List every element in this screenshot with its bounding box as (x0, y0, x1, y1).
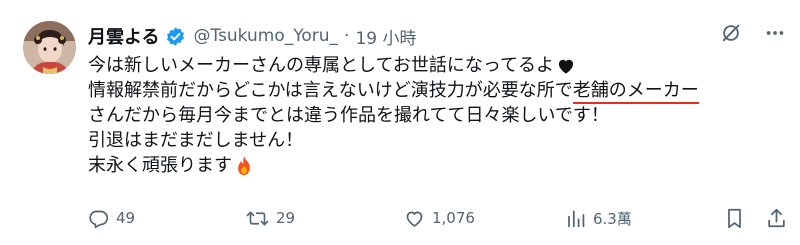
display-name[interactable]: 月雲よる (88, 23, 159, 49)
tweet-line: 今は新しいメーカーさんの専属としてお世話になってるよ (88, 53, 788, 78)
views-icon (566, 208, 586, 229)
reply-count: 49 (116, 209, 136, 227)
tweet-line-text: さんだから毎月今までとは違う作品を撮れてて日々楽しいです！ (88, 105, 609, 126)
tweet-line: さんだから毎月今までとは違う作品を撮れてて日々楽しいです！ (88, 103, 788, 128)
user-handle[interactable]: @Tsukumo_Yoru_ (193, 26, 338, 46)
views-button[interactable]: 6.3萬 (566, 205, 632, 231)
tweet-line-text: 今は新しいメーカーさんの専属としてお世話になってるよ (88, 55, 555, 76)
action-bar: 49 29 1,076 6.3萬 (88, 205, 788, 231)
timestamp[interactable]: 19 小時 (355, 24, 416, 49)
like-button[interactable]: 1,076 (404, 205, 475, 231)
separator-dot: · (344, 26, 350, 46)
retweet-count: 29 (276, 209, 296, 227)
bookmark-button[interactable] (725, 205, 744, 231)
grok-icon[interactable] (720, 22, 742, 44)
reply-button[interactable]: 49 (88, 205, 135, 231)
fire-icon (234, 155, 254, 177)
like-icon (404, 208, 425, 229)
underlined-phrase: 老舗のメーカー (572, 80, 699, 104)
verified-badge-icon[interactable] (165, 26, 186, 47)
retweet-button[interactable]: 29 (246, 205, 295, 231)
tweet-line: 末永く頑張ります (88, 153, 788, 178)
black-heart-icon (556, 56, 576, 76)
share-button[interactable] (766, 205, 787, 231)
bookmark-icon (725, 207, 744, 229)
view-count: 6.3萬 (593, 209, 632, 228)
more-icon[interactable] (764, 22, 786, 44)
avatar[interactable] (23, 21, 76, 74)
reply-icon (88, 208, 109, 229)
tweet-line-text: 引退はまだまだしません！ (88, 130, 304, 151)
tweet-header: 月雲よる @Tsukumo_Yoru_ · 19 小時 (88, 23, 416, 49)
like-count: 1,076 (432, 209, 475, 227)
tweet-line-text: 末永く頑張ります (88, 155, 232, 176)
top-actions (720, 22, 786, 44)
share-icon (766, 207, 787, 229)
tweet-line: 引退はまだまだしません！ (88, 128, 788, 153)
tweet-text: 今は新しいメーカーさんの専属としてお世話になってるよ 情報解禁前だからどこかは言… (88, 53, 788, 178)
retweet-icon (246, 208, 269, 229)
tweet-line-text: 情報解禁前だからどこかは言えないけど演技力が必要な所で (88, 80, 573, 101)
tweet-line: 情報解禁前だからどこかは言えないけど演技力が必要な所で 老舗のメーカー (88, 78, 788, 104)
